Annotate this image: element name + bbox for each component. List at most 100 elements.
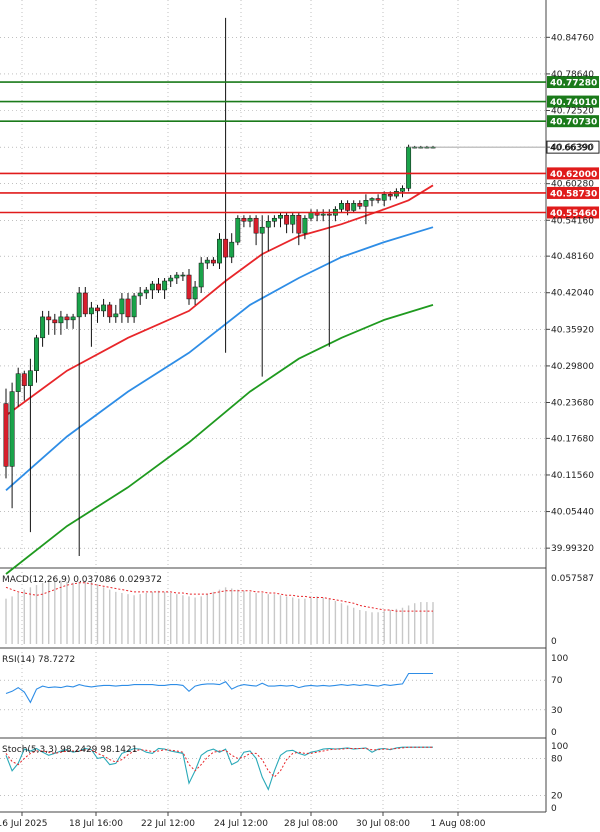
candle-body <box>88 307 94 315</box>
candle-body <box>156 283 161 291</box>
candle-body <box>217 238 222 264</box>
candle-body <box>52 319 58 324</box>
candle-body <box>101 304 107 312</box>
candle-body <box>198 262 204 288</box>
stoch-tick-label: 100 <box>551 742 568 752</box>
candle-body <box>326 213 332 216</box>
time-tick-label: 16 Jul 2025 <box>0 819 47 829</box>
price-tick-label: 40.54160 <box>551 216 594 226</box>
candle-body <box>265 220 271 228</box>
candle-body <box>223 238 229 258</box>
price-tick-label: 39.99320 <box>551 544 594 554</box>
candle-body <box>125 298 131 318</box>
time-tick-label: 28 Jul 08:00 <box>284 819 338 829</box>
candle-body <box>76 292 82 318</box>
candle-body <box>162 280 168 291</box>
candle-body <box>149 283 155 291</box>
price-tick-label: 40.72520 <box>551 106 594 116</box>
stoch-tick-label: 20 <box>551 792 563 802</box>
rsi-tick-label: 30 <box>551 706 563 716</box>
time-tick-label: 22 Jul 12:00 <box>141 819 195 829</box>
candle-body <box>400 188 405 192</box>
candle-body <box>46 316 52 321</box>
candle-body <box>186 274 192 300</box>
level-label: 40.62000 <box>550 170 597 180</box>
candle-body <box>180 274 186 277</box>
candle-body <box>70 316 76 321</box>
candle-body <box>271 217 277 222</box>
level-label: 40.77280 <box>550 79 597 89</box>
stoch-tick-label: 80 <box>551 754 563 764</box>
trading-chart: 40.7728040.7401040.7073040.6200040.58730… <box>0 0 600 832</box>
rsi-label: RSI(14) 78.7272 <box>2 655 75 665</box>
candle-body <box>387 194 393 197</box>
chart-background <box>0 0 600 832</box>
candle-body <box>284 214 290 225</box>
candle-body <box>296 214 302 234</box>
rsi-tick-label: 0 <box>551 728 557 738</box>
candle-body <box>381 194 387 201</box>
candle-body <box>143 289 149 294</box>
time-tick-label: 18 Jul 16:00 <box>69 819 123 829</box>
candle-body <box>204 259 210 264</box>
candle-body <box>357 203 363 207</box>
candle-body <box>259 226 265 234</box>
candle-body <box>174 274 180 279</box>
price-tick-label: 40.60280 <box>551 180 594 190</box>
candle-body <box>247 217 253 222</box>
candle-body <box>9 391 15 467</box>
stoch-label: Stoch(5,3,3) 98.2429 98.1421 <box>2 745 137 755</box>
macd-label: MACD(12,26,9) 0.037086 0.029372 <box>2 575 162 585</box>
candle-body <box>302 217 308 234</box>
candle-body <box>119 298 125 315</box>
candle-body <box>210 259 216 264</box>
candle-body <box>363 200 369 207</box>
macd-tick-label: 0.057587 <box>551 574 594 584</box>
candle-body <box>351 203 357 211</box>
candle-body <box>34 337 39 371</box>
candle-body <box>113 313 119 318</box>
candle-body <box>82 292 88 315</box>
price-tick-label: 40.11560 <box>551 471 594 481</box>
candle <box>406 144 412 192</box>
rsi-tick-label: 70 <box>551 676 563 686</box>
candle-body <box>64 316 70 321</box>
time-tick-label: 1 Aug 08:00 <box>431 819 486 829</box>
candle-body <box>131 295 137 318</box>
candle-body <box>95 307 100 312</box>
candle-body <box>3 403 9 467</box>
candle-body <box>241 217 247 222</box>
candle-body <box>229 241 235 258</box>
stoch-tick-label: 0 <box>551 804 557 814</box>
candle-body <box>339 203 344 210</box>
candle-body <box>253 217 259 234</box>
candle-body <box>375 198 381 201</box>
price-tick-label: 40.29800 <box>551 362 594 372</box>
candle-body <box>320 213 326 216</box>
price-tick-label: 40.23680 <box>551 399 594 409</box>
candle-body <box>21 373 27 386</box>
price-tick-label: 40.17680 <box>551 434 594 444</box>
level-label: 40.58730 <box>550 189 597 199</box>
price-tick-label: 40.35920 <box>551 325 594 335</box>
candle-body <box>369 198 375 201</box>
candle-body <box>15 373 21 392</box>
price-tick-label: 40.05440 <box>551 508 594 518</box>
price-tick-label: 40.78640 <box>551 70 594 80</box>
candle <box>235 215 241 246</box>
time-tick-label: 30 Jul 08:00 <box>356 819 410 829</box>
level-label: 40.70730 <box>550 118 597 128</box>
candle-body <box>40 316 46 339</box>
price-tick-label: 40.66390 <box>551 143 594 153</box>
candle-body <box>192 286 198 300</box>
macd-tick-label: 0 <box>551 637 557 647</box>
price-tick-label: 40.42040 <box>551 289 594 299</box>
candle-body <box>137 292 143 297</box>
candle-body <box>290 214 296 225</box>
candle-body <box>107 304 113 318</box>
candle-body <box>235 217 241 243</box>
rsi-tick-label: 100 <box>551 654 568 664</box>
price-tick-label: 40.84760 <box>551 33 594 43</box>
candle-body <box>27 370 33 386</box>
candle-body <box>406 146 412 189</box>
